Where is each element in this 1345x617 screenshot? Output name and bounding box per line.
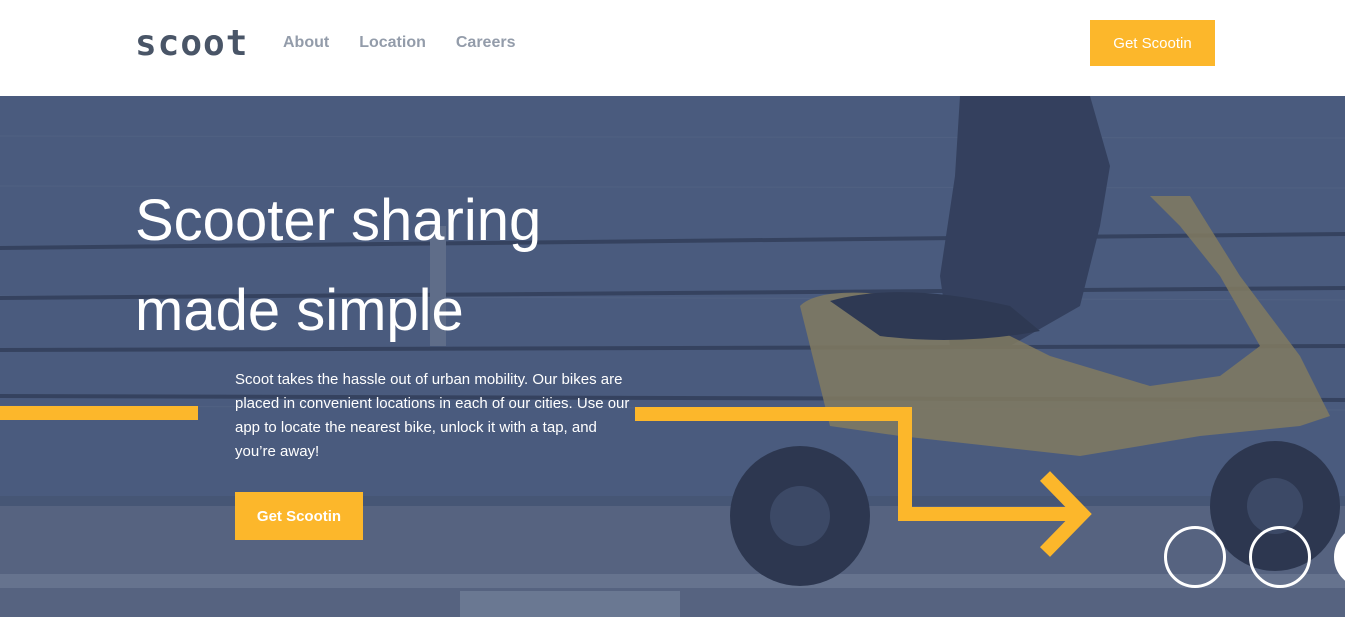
main-nav: About Location Careers [283, 33, 515, 53]
circle-decoration-icon-2 [1249, 526, 1311, 588]
hero-description: Scoot takes the hassle out of urban mobi… [235, 371, 630, 460]
site-header: scoot About Location Careers Get Scootin [0, 0, 1345, 96]
nav-link-location[interactable]: Location [359, 33, 426, 53]
hero-title-line-2: made simple [135, 278, 464, 343]
hero-get-scootin-button[interactable]: Get Scootin [235, 492, 363, 540]
logo[interactable]: scoot [135, 22, 248, 66]
hero-title-line-1: Scooter sharing [135, 188, 542, 253]
hero-background-image [0, 96, 1345, 617]
nav-link-about[interactable]: About [283, 33, 329, 53]
header-get-scootin-button[interactable]: Get Scootin [1090, 20, 1215, 66]
hero-title: Scooter sharing made simple [135, 176, 655, 356]
page: scoot About Location Careers Get Scootin [0, 0, 1345, 617]
circle-decoration-icon-1 [1164, 526, 1226, 588]
nav-link-careers[interactable]: Careers [456, 33, 516, 53]
hero-section: Scooter sharing made simple Scoot takes … [0, 96, 1345, 617]
